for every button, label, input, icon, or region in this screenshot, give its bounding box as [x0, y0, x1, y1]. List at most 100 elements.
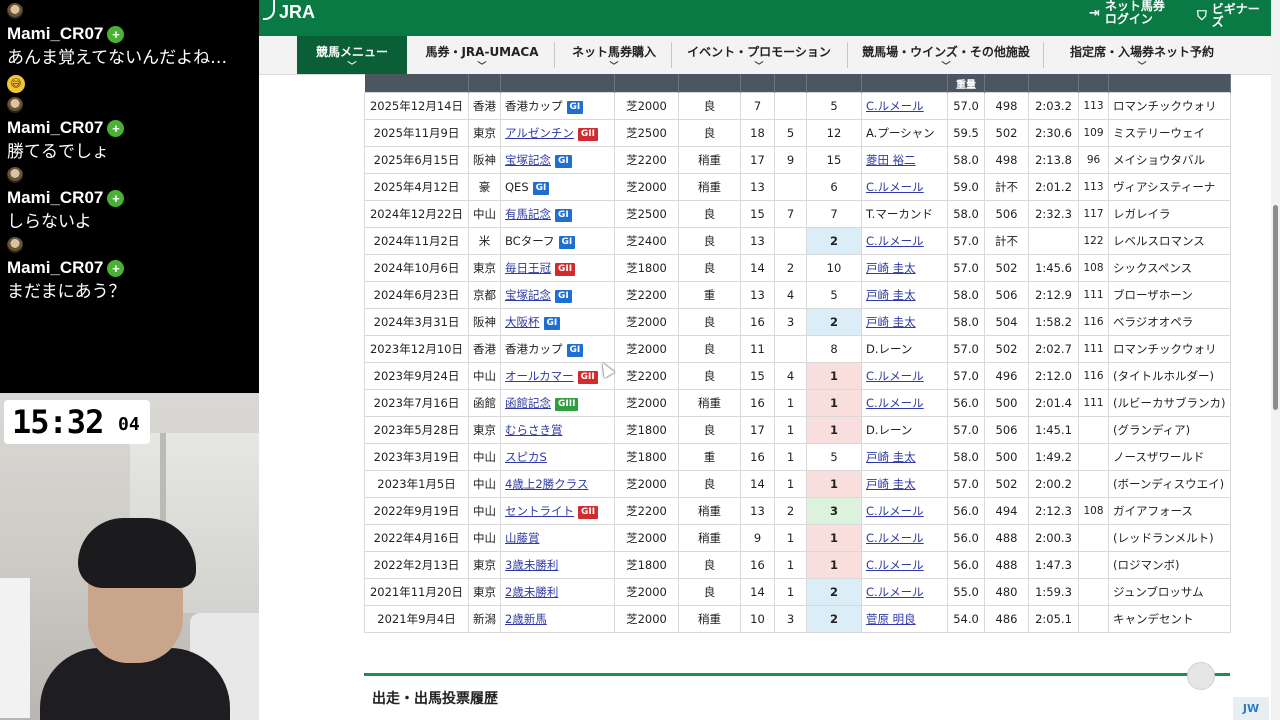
cell-other-horse: ミステリーウェイ — [1108, 119, 1231, 147]
nav-net-baken[interactable]: ネット馬券購入 ﹀ — [559, 36, 669, 74]
chat-message: しらないよ — [0, 210, 259, 234]
chevron-down-icon: ﹀ — [1137, 62, 1147, 72]
jockey-link[interactable]: C.ルメール — [866, 558, 924, 572]
nav-event-promotion[interactable]: イベント・プロモーション ﹀ — [674, 36, 844, 74]
col-header — [1108, 74, 1231, 93]
cell-other-horse: メイショウタバル — [1108, 146, 1231, 174]
race-link[interactable]: 3歳未勝利 — [505, 558, 558, 572]
cell-time: 2:32.3 — [1028, 200, 1079, 228]
cell-weight: 57.0 — [947, 254, 985, 282]
race-link[interactable]: 函館記念 — [505, 396, 551, 410]
jockey-name: T.マーカンド — [866, 207, 933, 221]
race-link[interactable]: アルゼンチン — [505, 126, 574, 140]
cell-jockey: 菅原 明良 — [861, 605, 948, 633]
nav-baken-umaca-label: 馬券・JRA-UMACA — [425, 45, 539, 59]
cell-field-size: 13 — [740, 227, 775, 255]
cell-time: 1:47.3 — [1028, 551, 1079, 579]
cell-finish: 2 — [806, 605, 862, 633]
jra-logo[interactable]: JRA — [259, 0, 315, 30]
cell-course: 芝2000 — [614, 308, 679, 336]
race-link[interactable]: 宝塚記念 — [505, 288, 551, 302]
nav-racecourse-wins[interactable]: 競馬場・ウインズ・その他施設 ﹀ — [851, 36, 1041, 74]
cell-finish: 7 — [806, 200, 862, 228]
jockey-link[interactable]: C.ルメール — [866, 585, 924, 599]
cell-date: 2025年11月9日 — [364, 119, 469, 147]
jockey-link[interactable]: 戸崎 圭太 — [866, 450, 916, 464]
net-betting-login-link[interactable]: ⇥ ネット馬券 ログイン — [1089, 0, 1165, 26]
cell-race: 香港カップ GI — [500, 335, 615, 363]
beginners-link[interactable]: ⛉ ビギナーズ — [1197, 3, 1271, 29]
nav-reserved-seats-label: 指定席・入場券ネット予約 — [1069, 45, 1214, 59]
nav-divider — [671, 42, 672, 68]
race-link[interactable]: 有馬記念 — [505, 207, 551, 221]
race-link[interactable]: 宝塚記念 — [505, 153, 551, 167]
nav-baken-umaca[interactable]: 馬券・JRA-UMACA ﹀ — [417, 36, 547, 74]
jockey-link[interactable]: 戸崎 圭太 — [866, 288, 916, 302]
race-link[interactable]: むらさき賞 — [505, 423, 563, 437]
table-row: 2023年5月28日 東京 むらさき賞 芝1800 良 17 1 1 D.レーン 57.0 506 1… — [364, 416, 1231, 444]
page-scrollbar[interactable] — [1271, 0, 1280, 720]
jockey-link[interactable]: C.ルメール — [866, 531, 924, 545]
jockey-link[interactable]: C.ルメール — [866, 234, 924, 248]
cell-popularity: 4 — [774, 362, 807, 390]
chat-username: Mami_CR07 + — [0, 116, 259, 140]
race-link[interactable]: 2歳未勝利 — [505, 585, 558, 599]
grade-badge: GI — [555, 290, 572, 303]
jockey-link[interactable]: C.ルメール — [866, 99, 924, 113]
jockey-link[interactable]: 戸崎 圭太 — [866, 261, 916, 275]
cell-race: スピカS — [500, 443, 615, 471]
cell-body-weight: 504 — [984, 308, 1029, 336]
scroll-to-top-button[interactable] — [1187, 662, 1215, 690]
cell-date: 2024年11月2日 — [364, 227, 469, 255]
jockey-link[interactable]: 菱田 裕二 — [866, 153, 916, 167]
cell-time: 2:12.3 — [1028, 497, 1079, 525]
table-row: 2023年1月5日 中山 4歳上2勝クラス 芝2000 良 14 1 1 戸崎 圭太 57.0 50… — [364, 470, 1231, 498]
cell-other-horse: ジュンブロッサム — [1108, 578, 1231, 606]
cell-venue: 中山 — [468, 362, 501, 390]
cell-weight: 58.0 — [947, 281, 985, 309]
jockey-link[interactable]: 戸崎 圭太 — [866, 477, 916, 491]
cell-date: 2024年12月22日 — [364, 200, 469, 228]
cell-popularity: 1 — [774, 443, 807, 471]
corner-badge[interactable]: JW — [1233, 697, 1269, 720]
cell-field-size: 16 — [740, 551, 775, 579]
cell-popularity: 1 — [774, 470, 807, 498]
jockey-link[interactable]: 菅原 明良 — [866, 612, 916, 626]
col-header — [774, 74, 807, 93]
chat-avatar-row — [0, 94, 259, 116]
race-link[interactable]: 山藤賞 — [505, 531, 540, 545]
scrollbar-thumb[interactable] — [1273, 205, 1278, 410]
jockey-link[interactable]: 戸崎 圭太 — [866, 315, 916, 329]
jockey-link[interactable]: C.ルメール — [866, 396, 924, 410]
jockey-link[interactable]: C.ルメール — [866, 504, 924, 518]
cell-finish: 5 — [806, 281, 862, 309]
chat-avatar-row — [0, 164, 259, 186]
cell-race: 有馬記念 GI — [500, 200, 615, 228]
race-link[interactable]: 2歳新馬 — [505, 612, 547, 626]
cell-weight: 59.5 — [947, 119, 985, 147]
nav-reserved-seats[interactable]: 指定席・入場券ネット予約 ﹀ — [1047, 36, 1237, 74]
cell-venue: 東京 — [468, 416, 501, 444]
jockey-link[interactable]: C.ルメール — [866, 369, 924, 383]
cell-other-horse: ロマンチックウォリ — [1108, 92, 1231, 120]
cell-race: BCターフ GI — [500, 227, 615, 255]
jockey-link[interactable]: C.ルメール — [866, 180, 924, 194]
race-link[interactable]: オールカマー — [505, 369, 574, 383]
cell-other-horse: ロマンチックウォリ — [1108, 335, 1231, 363]
cell-finish: 1 — [806, 470, 862, 498]
verified-badge-icon: + — [107, 119, 125, 137]
cell-other-horse: ヴィアシスティーナ — [1108, 173, 1231, 201]
race-link[interactable]: スピカS — [505, 450, 547, 464]
cell-finish: 5 — [806, 443, 862, 471]
beginners-label: ビギナーズ — [1211, 2, 1260, 29]
cell-other-horse: キャンデセント — [1108, 605, 1231, 633]
cell-race: 山藤賞 — [500, 524, 615, 552]
race-link[interactable]: 毎日王冠 — [505, 261, 551, 275]
col-header — [678, 74, 741, 93]
nav-keiba-menu[interactable]: 競馬メニュー ﹀ — [297, 36, 407, 74]
race-link[interactable]: 4歳上2勝クラス — [505, 477, 588, 491]
race-link[interactable]: 大阪杯 — [505, 315, 540, 329]
cell-other-horse: (レッドランメルト) — [1108, 524, 1231, 552]
cell-race: 毎日王冠 GII — [500, 254, 615, 282]
race-link[interactable]: セントライト — [505, 504, 574, 518]
